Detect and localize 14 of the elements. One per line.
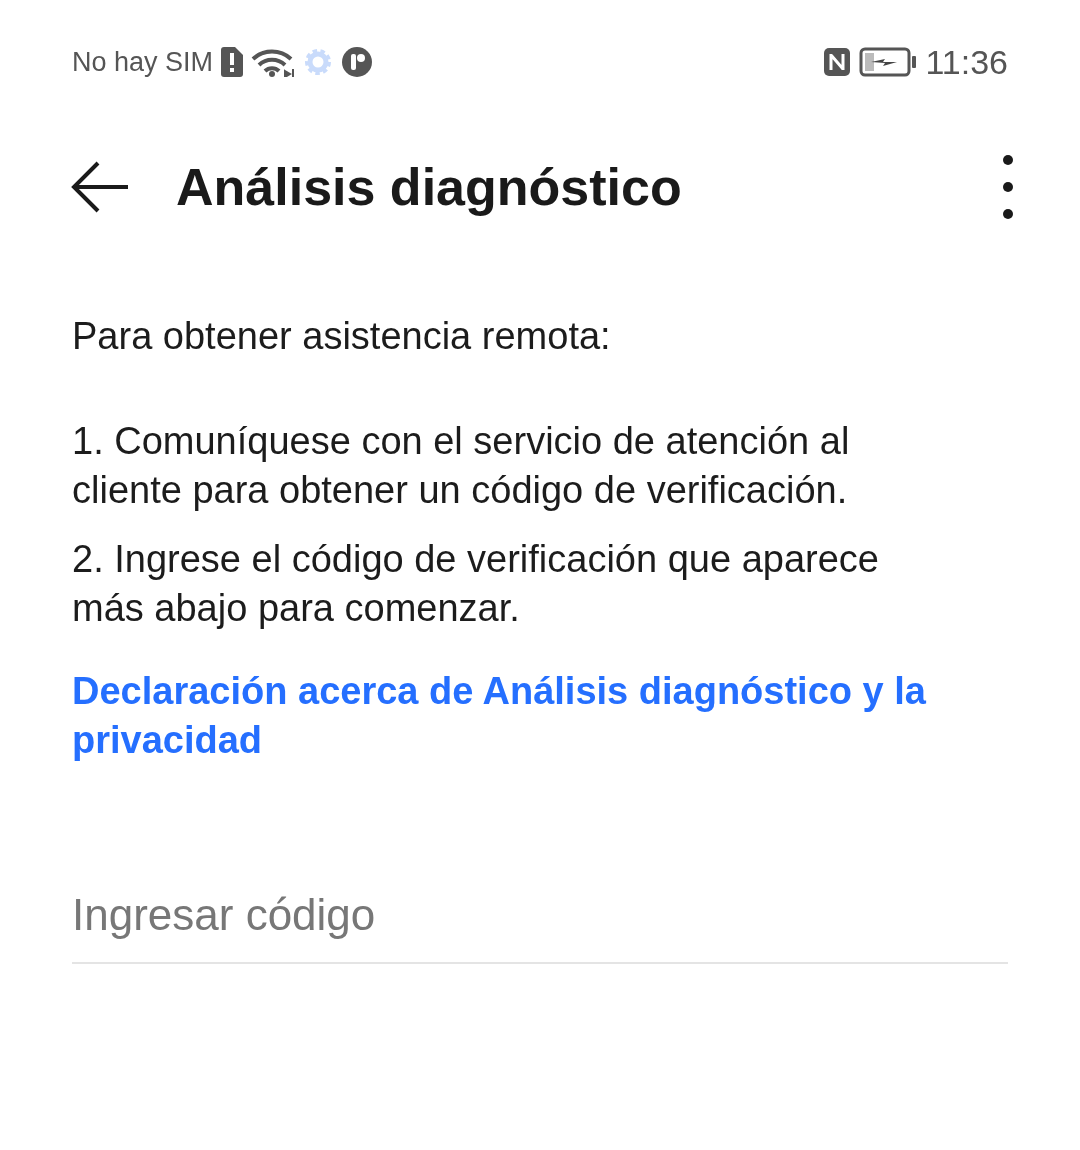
intro-text: Para obtener asistencia remota: xyxy=(72,314,612,359)
battery-charging-icon xyxy=(859,47,918,77)
gear-icon xyxy=(303,47,334,77)
wifi-icon xyxy=(251,47,296,77)
privacy-link[interactable]: Declaración acerca de Análisis diagnóstico y la privacidad xyxy=(72,667,942,765)
page-title: Análisis diagnóstico xyxy=(176,157,683,217)
nfc-icon xyxy=(823,47,852,77)
step-text: 1. Comuníquese con el servicio de atención al cliente para obtener un código de verificación. xyxy=(72,419,851,513)
clock-text: 11:36 xyxy=(925,42,1008,82)
step-text: 2. Ingrese el código de verificación que aparece más abajo para comenzar. xyxy=(72,537,880,631)
carrier-text: No hay SIM xyxy=(72,46,214,78)
more-icon xyxy=(1002,154,1014,220)
sim-alert-icon xyxy=(221,47,244,77)
app-icon xyxy=(341,46,374,78)
